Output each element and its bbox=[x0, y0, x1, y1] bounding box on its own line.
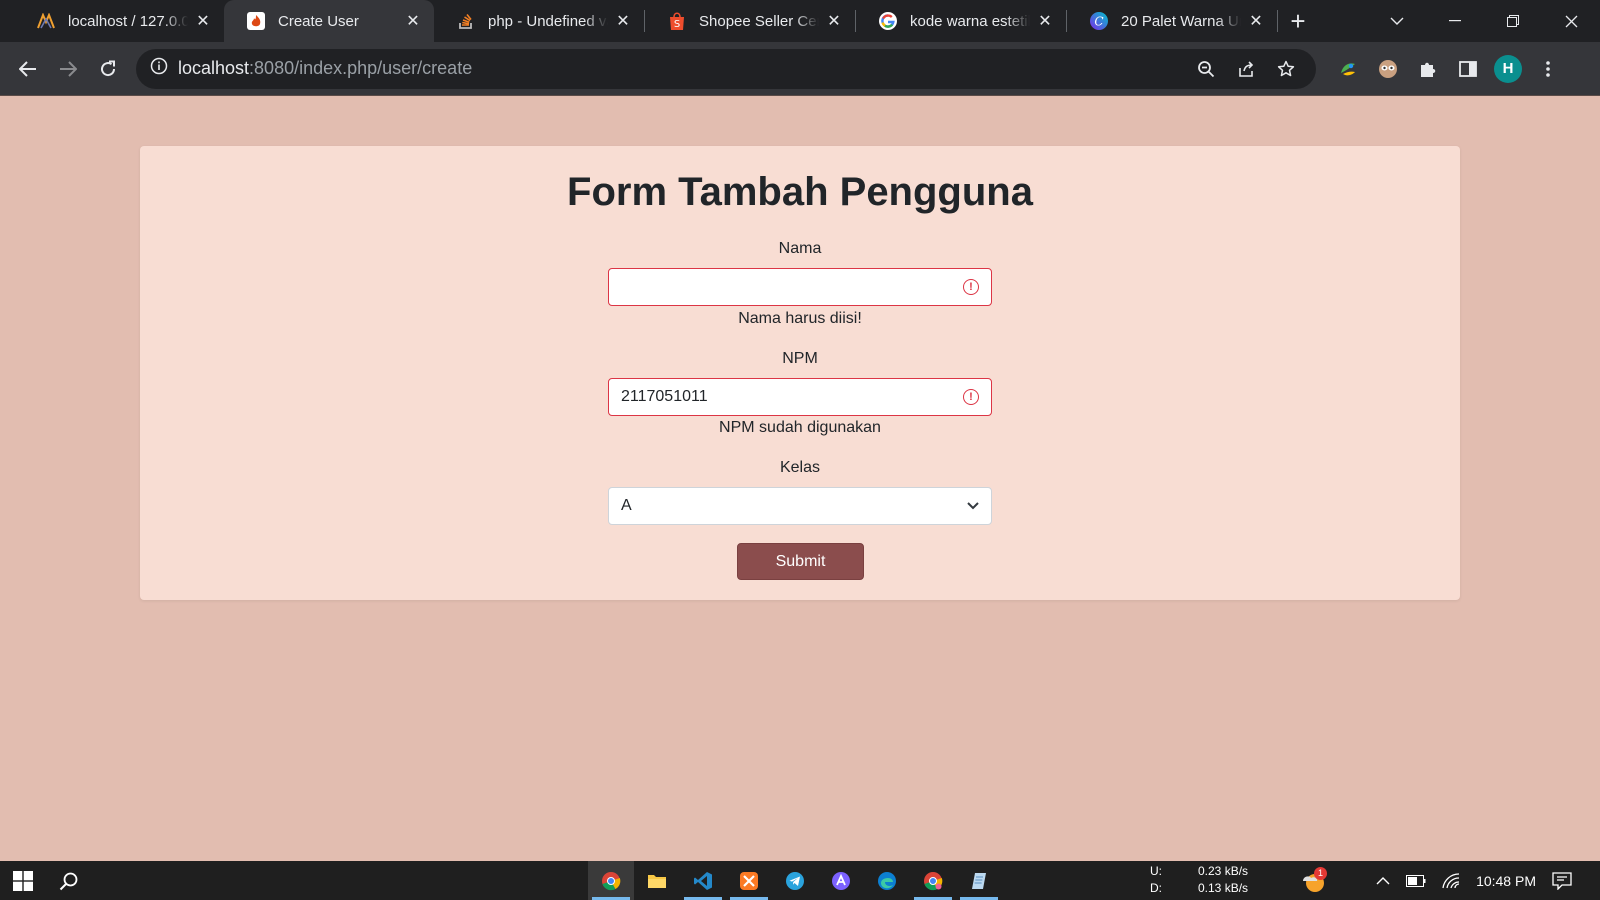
app-purple-icon[interactable] bbox=[818, 861, 864, 900]
browser-toolbar: localhost:8080/index.php/user/create H bbox=[0, 42, 1600, 96]
notepad-icon[interactable] bbox=[956, 861, 1002, 900]
xampp-icon[interactable] bbox=[726, 861, 772, 900]
download-rate: 0.13 kB/s bbox=[1198, 881, 1249, 895]
new-tab-button[interactable]: + bbox=[1278, 0, 1318, 42]
npm-input[interactable]: 2117051011 ! bbox=[608, 378, 992, 416]
npm-label: NPM bbox=[782, 350, 818, 367]
clock[interactable]: 10:48 PM bbox=[1468, 873, 1544, 889]
google-icon bbox=[878, 11, 898, 31]
tab-title: 20 Palet Warna Unik bbox=[1121, 12, 1241, 30]
profile-avatar[interactable]: H bbox=[1488, 49, 1528, 89]
tab-title: Shopee Seller Centre bbox=[699, 12, 819, 30]
extensions-area: H bbox=[1328, 49, 1568, 89]
kelas-selected-value: A bbox=[621, 497, 632, 514]
svg-text:C: C bbox=[1094, 15, 1103, 29]
extensions-puzzle-icon[interactable] bbox=[1408, 49, 1448, 89]
close-window-icon[interactable] bbox=[1542, 0, 1600, 42]
tab-strip: localhost / 127.0.0.1 ✕ Create User ✕ ph… bbox=[0, 0, 1600, 42]
close-icon[interactable]: ✕ bbox=[1247, 12, 1265, 30]
nama-label: Nama bbox=[778, 240, 822, 257]
search-icon[interactable] bbox=[46, 861, 92, 900]
tab-search-icon[interactable] bbox=[1368, 0, 1426, 42]
share-icon[interactable] bbox=[1226, 49, 1266, 89]
npm-feedback: NPM sudah digunakan bbox=[719, 419, 881, 436]
tab-google[interactable]: kode warna estetik ✕ bbox=[856, 0, 1066, 42]
side-panel-icon[interactable] bbox=[1448, 49, 1488, 89]
minimize-icon[interactable] bbox=[1426, 0, 1484, 42]
network-speed-meter: U: 0.23 kB/s D: 0.13 kB/s bbox=[1150, 863, 1248, 897]
nama-feedback: Nama harus diisi! bbox=[738, 310, 862, 327]
extension-colorful-icon[interactable] bbox=[1328, 49, 1368, 89]
stackoverflow-icon bbox=[456, 11, 476, 31]
kelas-label: Kelas bbox=[779, 459, 821, 476]
vscode-icon[interactable] bbox=[680, 861, 726, 900]
tab-shopee[interactable]: S Shopee Seller Centre ✕ bbox=[645, 0, 855, 42]
form-card: Form Tambah Pengguna Nama ! Nama harus d… bbox=[140, 146, 1460, 600]
submit-button[interactable]: Submit bbox=[737, 543, 864, 580]
canva-icon: C bbox=[1089, 11, 1109, 31]
chrome-profile-taskbar-icon[interactable] bbox=[910, 861, 956, 900]
more-menu-icon[interactable] bbox=[1528, 49, 1568, 89]
chevron-up-icon[interactable] bbox=[1368, 876, 1398, 885]
close-icon[interactable]: ✕ bbox=[614, 12, 632, 30]
notification-center-icon[interactable] bbox=[1544, 871, 1600, 890]
chevron-down-icon bbox=[967, 497, 979, 515]
tab-title: Create User bbox=[278, 12, 359, 30]
tab-title: php - Undefined va bbox=[488, 12, 608, 30]
forward-icon[interactable] bbox=[48, 49, 88, 89]
nama-input[interactable]: ! bbox=[608, 268, 992, 306]
close-icon[interactable]: ✕ bbox=[194, 12, 212, 30]
window-controls bbox=[1368, 0, 1600, 42]
site-info-icon[interactable] bbox=[150, 57, 168, 80]
codeigniter-icon bbox=[246, 11, 266, 31]
battery-icon[interactable] bbox=[1398, 874, 1434, 887]
url-host: localhost bbox=[178, 58, 250, 78]
file-explorer-icon[interactable] bbox=[634, 861, 680, 900]
upload-rate: 0.23 kB/s bbox=[1198, 864, 1249, 878]
chrome-taskbar-icon[interactable] bbox=[588, 861, 634, 900]
profile-initial: H bbox=[1494, 54, 1522, 83]
zoom-icon[interactable] bbox=[1186, 49, 1226, 89]
notification-badge: 1 bbox=[1314, 866, 1328, 880]
close-icon[interactable]: ✕ bbox=[825, 12, 843, 30]
page-content: Form Tambah Pengguna Nama ! Nama harus d… bbox=[0, 96, 1600, 861]
download-label: D: bbox=[1150, 881, 1162, 895]
bookmark-star-icon[interactable] bbox=[1266, 49, 1306, 89]
upload-label: U: bbox=[1150, 864, 1162, 878]
address-bar[interactable]: localhost:8080/index.php/user/create bbox=[136, 48, 1316, 89]
windows-start-icon[interactable] bbox=[0, 861, 46, 900]
tab-create-user[interactable]: Create User ✕ bbox=[224, 0, 434, 42]
npm-value: 2117051011 bbox=[621, 388, 708, 405]
telegram-icon[interactable] bbox=[772, 861, 818, 900]
error-icon: ! bbox=[963, 279, 979, 295]
extension-mask-icon[interactable] bbox=[1368, 49, 1408, 89]
tab-stackoverflow[interactable]: php - Undefined va ✕ bbox=[434, 0, 644, 42]
tab-title: kode warna estetik bbox=[910, 12, 1030, 30]
windows-taskbar: U: 0.23 kB/s D: 0.13 kB/s 1 10:48 PM bbox=[0, 861, 1600, 900]
weather-icon[interactable]: 1 bbox=[1292, 866, 1368, 893]
svg-text:S: S bbox=[674, 19, 680, 30]
url-text: localhost:8080/index.php/user/create bbox=[178, 58, 1186, 79]
edge-icon[interactable] bbox=[864, 861, 910, 900]
kelas-select[interactable]: A bbox=[608, 487, 992, 525]
error-icon: ! bbox=[963, 389, 979, 405]
tab-phpmyadmin[interactable]: localhost / 127.0.0.1 ✕ bbox=[14, 0, 224, 42]
system-tray: 1 10:48 PM bbox=[1292, 861, 1600, 900]
phpmyadmin-icon bbox=[36, 11, 56, 31]
url-path: :8080/index.php/user/create bbox=[249, 58, 473, 78]
restore-icon[interactable] bbox=[1484, 0, 1542, 42]
tab-canva[interactable]: C 20 Palet Warna Unik ✕ bbox=[1067, 0, 1277, 42]
shopee-icon: S bbox=[667, 11, 687, 31]
wifi-icon[interactable] bbox=[1434, 872, 1468, 889]
page-title: Form Tambah Pengguna bbox=[567, 170, 1033, 214]
close-icon[interactable]: ✕ bbox=[1036, 12, 1054, 30]
reload-icon[interactable] bbox=[88, 49, 128, 89]
tab-title: localhost / 127.0.0.1 bbox=[68, 12, 188, 30]
back-icon[interactable] bbox=[8, 49, 48, 89]
close-icon[interactable]: ✕ bbox=[404, 12, 422, 30]
